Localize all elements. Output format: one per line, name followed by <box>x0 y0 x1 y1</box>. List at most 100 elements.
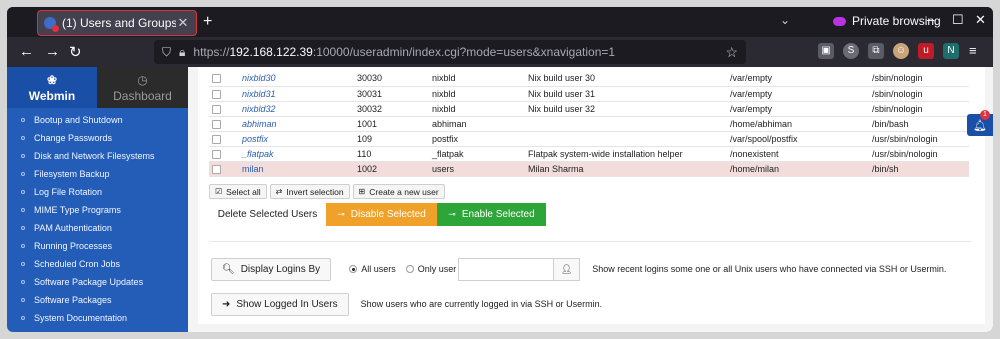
sidebar-item-mime-types[interactable]: MIME Type Programs <box>7 201 188 219</box>
delete-selected-button[interactable]: Delete Selected Users <box>209 203 326 226</box>
check-square-icon: ☑ <box>215 187 223 196</box>
disable-selected-button[interactable]: ⊸ Disable Selected <box>326 203 437 226</box>
extension-icon[interactable]: ▣ <box>818 43 834 59</box>
reload-icon[interactable]: ↻ <box>69 43 82 61</box>
lock-icon[interactable]: 🔒︎ <box>179 45 185 60</box>
table-row[interactable]: nixbld30 30030 nixbld Nix build user 30 … <box>209 71 969 87</box>
sidebar-item-bootup[interactable]: Bootup and Shutdown <box>7 111 188 129</box>
sidebar-item-label: Software Packages <box>34 295 112 305</box>
bullet-icon <box>21 244 25 248</box>
url-bar[interactable]: ⛉ 🔒︎ https:// 192.168.122.39 :10000/user… <box>154 40 746 64</box>
bullet-icon <box>21 298 25 302</box>
table-row[interactable]: nixbld32 30032 nixbld Nix build user 32 … <box>209 101 969 117</box>
row-checkbox[interactable] <box>212 149 221 159</box>
create-user-button[interactable]: ⊞ Create a new user <box>352 184 445 199</box>
sidebar-item-packages[interactable]: Software Packages <box>7 291 188 309</box>
bullet-icon <box>21 262 25 266</box>
radio-button[interactable] <box>405 265 414 273</box>
sidebar-item-label: MIME Type Programs <box>34 205 121 215</box>
user-uid: 30032 <box>354 101 429 117</box>
sidebar-menu: Bootup and Shutdown Change Passwords Dis… <box>7 111 188 327</box>
user-name-link[interactable]: nixbld32 <box>239 101 354 117</box>
sidebar-item-filesystem-backup[interactable]: Filesystem Backup <box>7 165 188 183</box>
tab-dashboard[interactable]: ◷ Dashboard <box>97 67 188 108</box>
sidebar-item-change-passwords[interactable]: Change Passwords <box>7 129 188 147</box>
user-group: nixbld <box>429 101 525 117</box>
row-checkbox[interactable] <box>212 104 221 114</box>
sidebar-item-filesystems[interactable]: Disk and Network Filesystems <box>7 147 188 165</box>
back-icon[interactable]: ← <box>19 43 34 60</box>
select-all-label: Select all <box>226 186 261 197</box>
ublock-icon[interactable]: u <box>918 43 934 59</box>
extension-puzzle-icon[interactable]: ⧉ <box>868 43 884 59</box>
table-row[interactable]: _flatpak 110 _flatpak Flatpak system-wid… <box>209 146 969 162</box>
forward-icon[interactable]: → <box>45 43 60 60</box>
extension-n-icon[interactable]: N <box>943 43 959 59</box>
user-group: postfix <box>429 131 525 147</box>
row-checkbox[interactable] <box>212 164 221 174</box>
enable-selected-button[interactable]: ⊸ Enable Selected <box>437 203 546 226</box>
browser-window: (1) Users and Groups — Webmin ✕ + ⌄ Priv… <box>7 7 993 332</box>
user-real-name <box>525 116 727 132</box>
menu-icon[interactable]: ≡ <box>969 43 977 58</box>
sidebar-item-processes[interactable]: Running Processes <box>7 237 188 255</box>
notifications-bell-icon[interactable]: 🔔︎ 1 <box>967 110 993 136</box>
user-picker-icon[interactable]: 👤︎ <box>554 257 581 281</box>
table-row[interactable]: nixbld31 30031 nixbld Nix build user 31 … <box>209 86 969 102</box>
sidebar-item-package-updates[interactable]: Software Package Updates <box>7 273 188 291</box>
table-row[interactable]: postfix 109 postfix /var/spool/postfix /… <box>209 131 969 147</box>
dashboard-gauge-icon: ◷ <box>137 72 148 87</box>
extension-s-icon[interactable]: S <box>843 43 859 59</box>
row-checkbox[interactable] <box>212 89 221 99</box>
avatar-icon[interactable]: ☺ <box>893 43 909 59</box>
sidebar-item-label: Log File Rotation <box>34 187 103 197</box>
tab-strip: (1) Users and Groups — Webmin ✕ + ⌄ Priv… <box>7 7 993 37</box>
close-tab-icon[interactable]: ✕ <box>176 15 190 31</box>
user-name-link[interactable]: abhiman <box>239 116 354 132</box>
tab-webmin[interactable]: ❀ Webmin <box>7 67 97 108</box>
tracking-shield-icon[interactable]: ⛉ <box>162 45 171 60</box>
table-row[interactable]: abhiman 1001 abhiman /home/abhiman /bin/… <box>209 116 969 132</box>
user-uid: 110 <box>354 146 429 162</box>
row-checkbox[interactable] <box>212 74 221 84</box>
bookmark-star-icon[interactable]: ☆ <box>725 44 738 61</box>
notification-count-badge: 1 <box>980 110 990 120</box>
select-all-button[interactable]: ☑ Select all <box>209 184 267 199</box>
close-window-icon[interactable]: ✕ <box>975 12 986 28</box>
tab-dashboard-label: Dashboard <box>113 88 172 103</box>
radio-all-users-label: All users <box>361 264 396 274</box>
sidebar-item-documentation[interactable]: System Documentation <box>7 309 188 327</box>
row-checkbox[interactable] <box>212 119 221 129</box>
bullet-icon <box>21 190 25 194</box>
browser-tab[interactable]: (1) Users and Groups — Webmin ✕ <box>37 10 197 36</box>
invert-selection-button[interactable]: ⇄ Invert selection <box>269 184 350 199</box>
tab-list-chevron-icon[interactable]: ⌄ <box>780 13 790 27</box>
user-name-link[interactable]: nixbld30 <box>239 71 354 87</box>
maximize-icon[interactable]: ☐ <box>952 12 964 28</box>
user-uid: 1002 <box>354 161 429 177</box>
user-name-link[interactable]: nixbld31 <box>239 86 354 102</box>
user-name-link[interactable]: milan <box>239 161 354 177</box>
table-row-highlighted[interactable]: milan 1002 users Milan Sharma /home/mila… <box>209 161 969 177</box>
invert-selection-label: Invert selection <box>286 186 344 197</box>
user-name-link[interactable]: postfix <box>239 131 354 147</box>
radio-only-user[interactable]: Only user <box>405 264 456 274</box>
sidebar-item-cron[interactable]: Scheduled Cron Jobs <box>7 255 188 273</box>
bullet-icon <box>21 316 25 320</box>
minimize-icon[interactable]: – <box>927 12 934 27</box>
new-tab-button[interactable]: + <box>203 13 212 31</box>
row-checkbox[interactable] <box>212 134 221 144</box>
logged-in-row: ➜ Show Logged In Users Show users who are… <box>211 292 971 316</box>
display-logins-button[interactable]: 🔍︎ Display Logins By <box>211 257 332 281</box>
plus-square-icon: ⊞ <box>358 187 366 196</box>
sidebar-item-log-rotation[interactable]: Log File Rotation <box>7 183 188 201</box>
radio-all-users[interactable]: All users <box>349 264 396 274</box>
show-logged-in-button[interactable]: ➜ Show Logged In Users <box>211 292 349 316</box>
user-real-name: Nix build user 30 <box>525 71 727 87</box>
username-input[interactable] <box>458 257 555 281</box>
search-user-icon: 🔍︎ <box>222 263 235 275</box>
user-name-link[interactable]: _flatpak <box>239 146 354 162</box>
sidebar-item-pam[interactable]: PAM Authentication <box>7 219 188 237</box>
radio-button-selected[interactable] <box>349 265 358 273</box>
user-group: users <box>429 161 525 177</box>
